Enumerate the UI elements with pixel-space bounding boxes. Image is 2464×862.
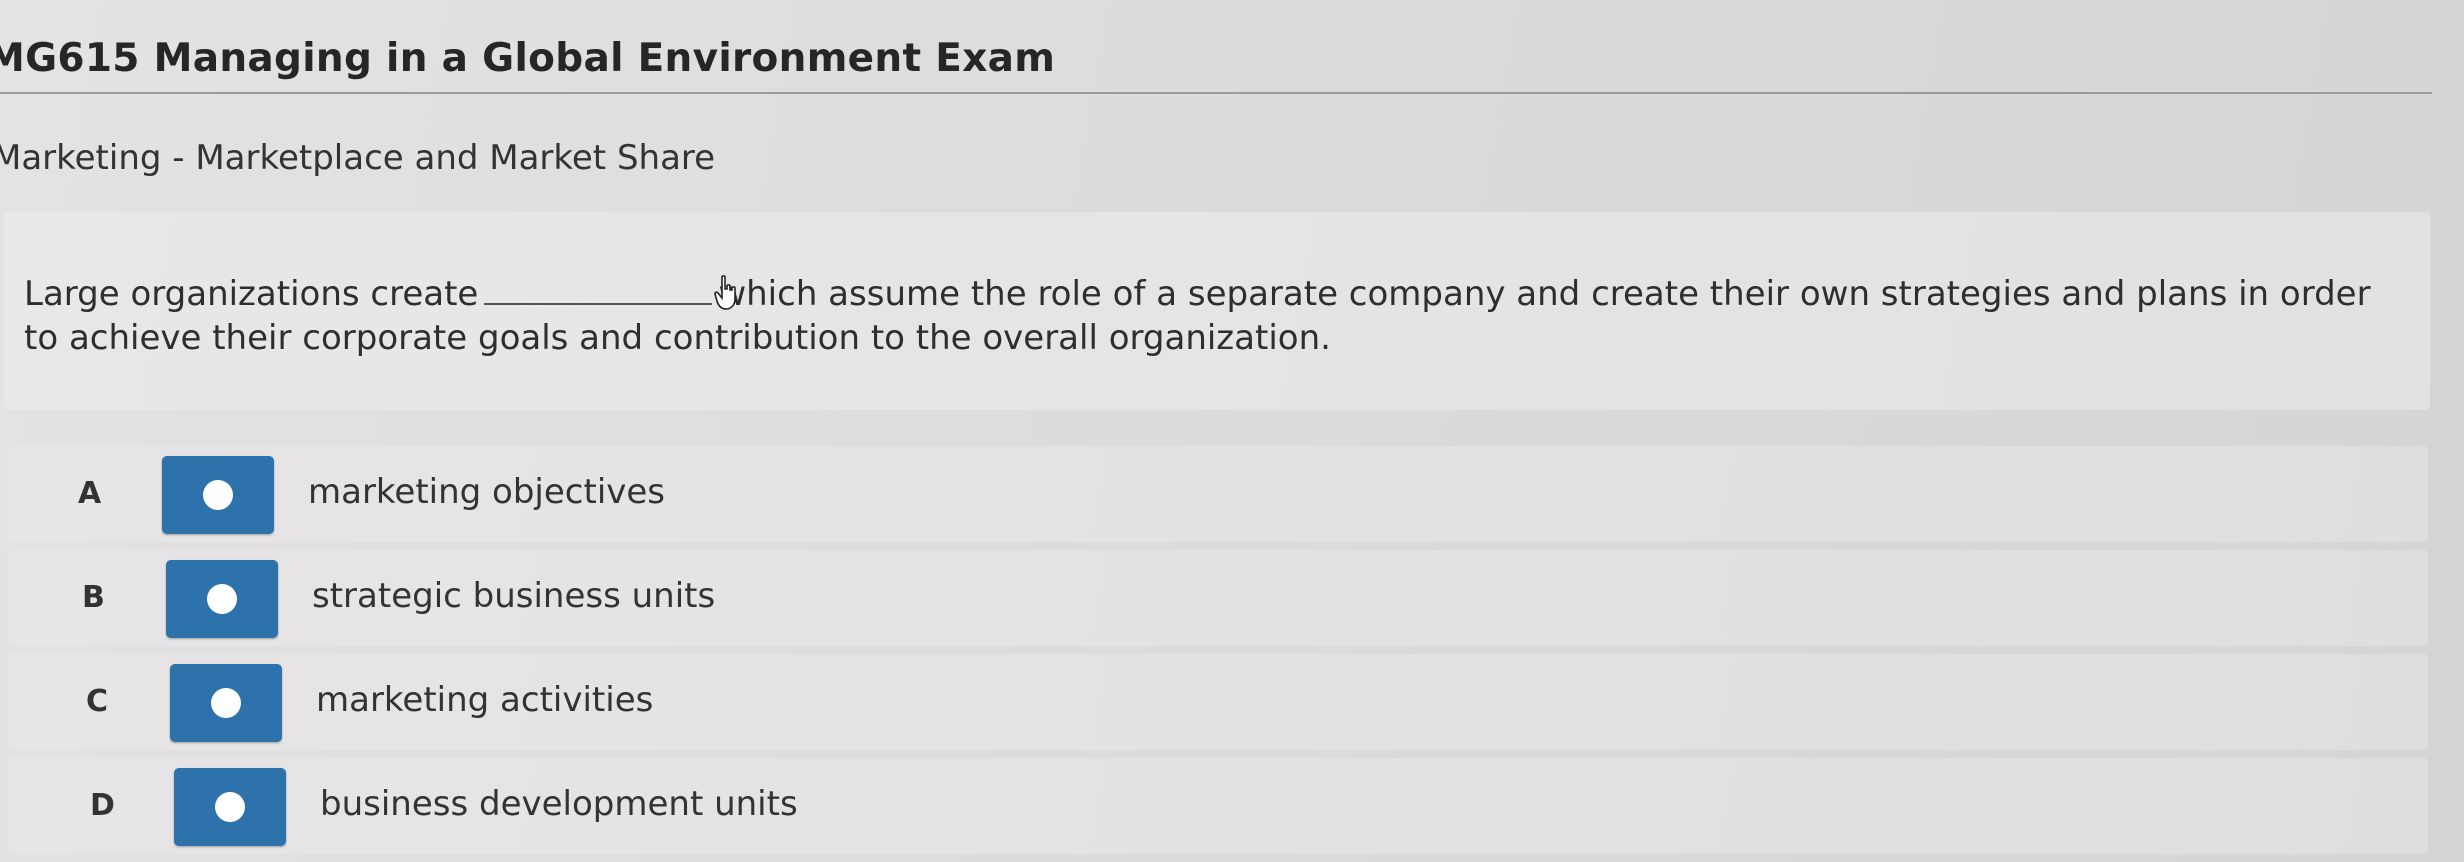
option-label[interactable]: strategic business units [312,576,715,616]
option-letter: B [82,580,105,615]
option-b[interactable]: B strategic business units [8,550,2428,646]
title-divider [0,92,2432,94]
radio-button-d[interactable] [174,768,286,846]
answer-blank [484,303,713,305]
option-letter: C [86,684,109,719]
option-a[interactable]: A marketing objectives [8,446,2428,542]
question-text-before-blank: Large organizations create [24,274,479,314]
radio-circle-icon [207,584,237,614]
radio-circle-icon [211,688,241,718]
option-label[interactable]: marketing activities [316,680,653,720]
exam-title: MG615 Managing in a Global Environment E… [0,36,1056,81]
option-c[interactable]: C marketing activities [8,654,2428,750]
option-letter: D [90,788,115,823]
question-text: Large organizations create which assume t… [24,272,2404,360]
radio-button-a[interactable] [162,456,274,534]
option-label[interactable]: marketing objectives [308,472,665,512]
radio-button-c[interactable] [170,664,282,742]
radio-button-b[interactable] [166,560,278,638]
option-d[interactable]: D business development units [8,758,2428,854]
option-letter: A [78,476,102,511]
radio-circle-icon [215,792,245,822]
question-panel: Large organizations create which assume t… [4,212,2430,410]
section-title: Marketing - Marketplace and Market Share [0,138,716,178]
option-label[interactable]: business development units [320,784,798,824]
answer-options: A marketing objectives B strategic busin… [8,446,2428,862]
radio-circle-icon [203,480,233,510]
